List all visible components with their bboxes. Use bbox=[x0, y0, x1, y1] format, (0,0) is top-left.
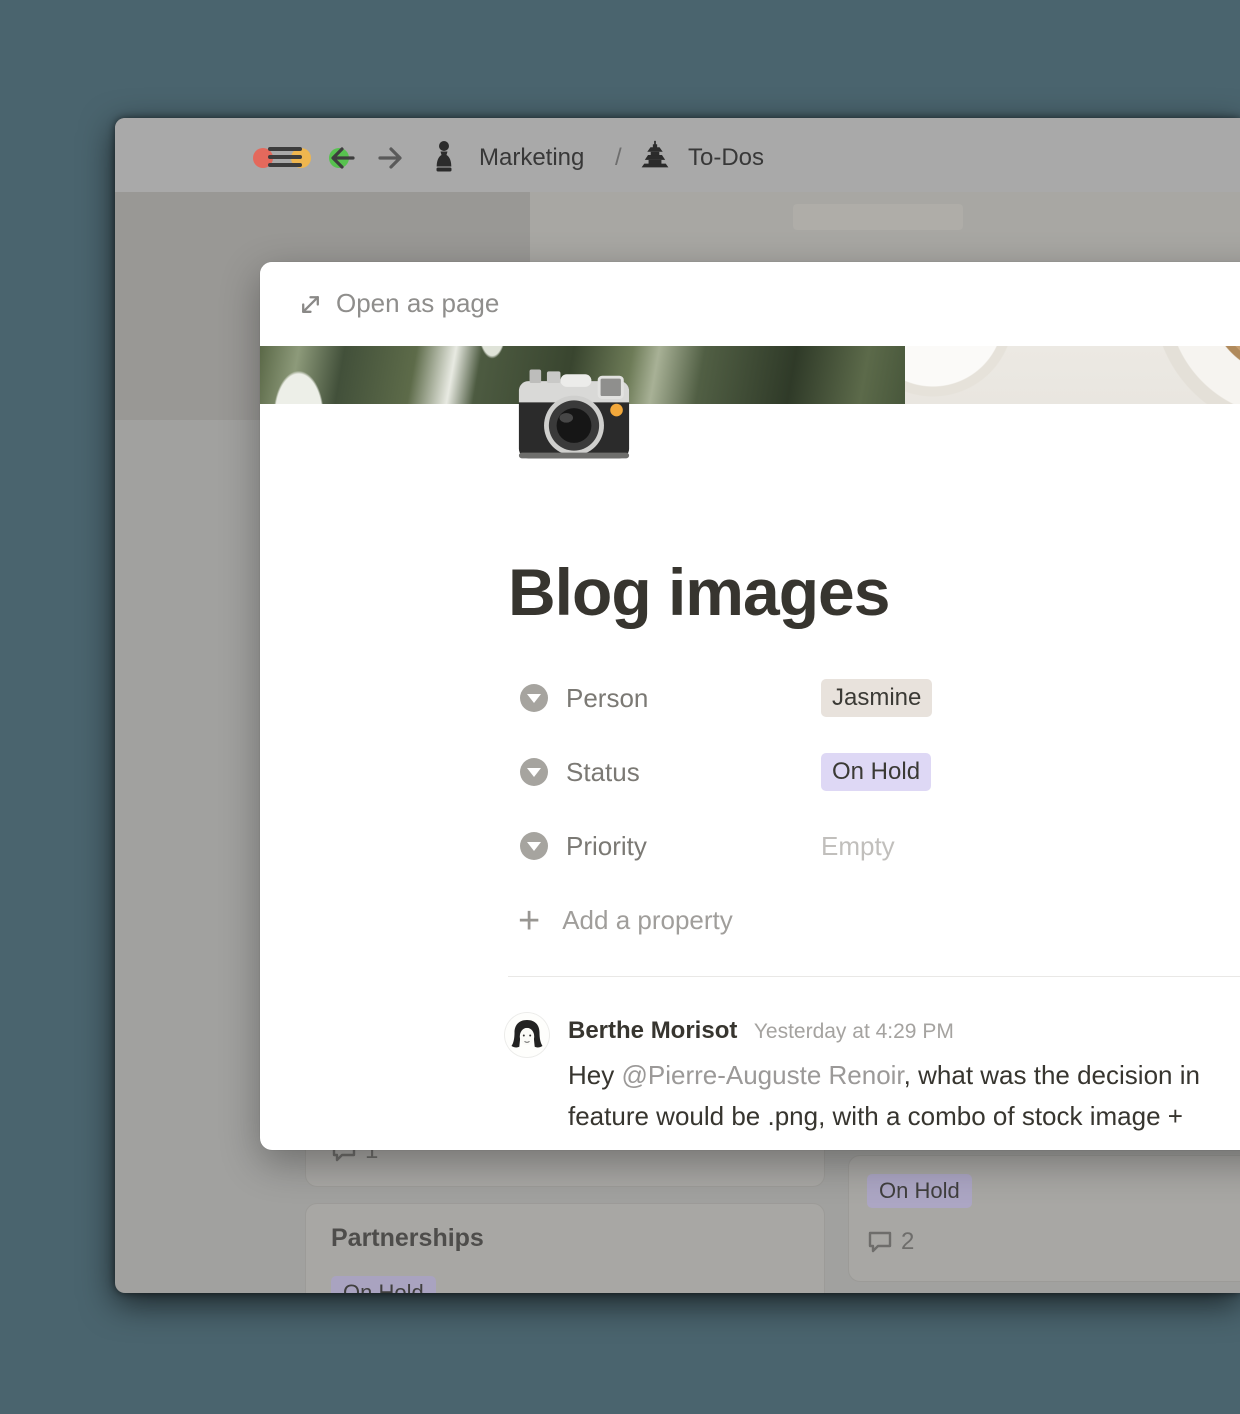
priority-property-icon bbox=[520, 832, 548, 860]
status-tag[interactable]: On Hold bbox=[821, 753, 931, 791]
priority-empty-value[interactable]: Empty bbox=[821, 831, 895, 862]
cover-coffee-photo bbox=[905, 346, 1240, 404]
status-badge: On Hold bbox=[331, 1276, 436, 1293]
comment-count: 2 bbox=[901, 1228, 914, 1256]
person-tag[interactable]: Jasmine bbox=[821, 679, 932, 717]
property-row-status[interactable]: Status On Hold bbox=[520, 753, 931, 791]
section-divider bbox=[508, 976, 1240, 977]
comment-line1-post: , what was the decision in bbox=[904, 1060, 1200, 1090]
add-property-button[interactable]: + Add a property bbox=[518, 905, 733, 936]
page-cover-image[interactable] bbox=[260, 346, 1240, 404]
notion-window: Marketing / To-Dos 1 Partnerships bbox=[115, 118, 1240, 1293]
breadcrumb-separator: / bbox=[615, 144, 622, 172]
breadcrumb-marketing[interactable]: Marketing bbox=[479, 144, 584, 172]
comment-bubble-icon bbox=[867, 1230, 893, 1254]
back-icon[interactable] bbox=[327, 142, 359, 174]
camera-page-emoji[interactable] bbox=[516, 358, 632, 466]
property-label[interactable]: Person bbox=[566, 683, 821, 714]
page-title[interactable]: Blog images bbox=[508, 554, 889, 630]
comment-timestamp: Yesterday at 4:29 PM bbox=[754, 1020, 954, 1043]
forward-icon[interactable] bbox=[374, 142, 406, 174]
card-title: Partnerships bbox=[331, 1224, 484, 1253]
dimmed-cover-control bbox=[793, 204, 963, 230]
open-as-page-row[interactable]: Open as page bbox=[260, 262, 1240, 346]
status-badge: On Hold bbox=[867, 1174, 972, 1208]
property-row-person[interactable]: Person Jasmine bbox=[520, 679, 932, 717]
comment-line2: feature would be .png, with a combo of s… bbox=[568, 1096, 1200, 1137]
property-label[interactable]: Status bbox=[566, 757, 821, 788]
comment-author[interactable]: Berthe Morisot bbox=[568, 1017, 737, 1044]
open-as-page-label[interactable]: Open as page bbox=[336, 288, 499, 319]
avatar bbox=[505, 1013, 549, 1057]
plus-icon: + bbox=[518, 906, 540, 936]
board-card-partnerships: Partnerships On Hold bbox=[305, 1203, 825, 1293]
comment-text: Hey @Pierre-Auguste Renoir, what was the… bbox=[568, 1055, 1200, 1137]
property-label[interactable]: Priority bbox=[566, 831, 821, 862]
breadcrumb-todos[interactable]: To-Dos bbox=[688, 144, 764, 172]
window-titlebar[interactable]: Marketing / To-Dos bbox=[115, 118, 1240, 193]
pawn-page-icon bbox=[433, 140, 455, 172]
board-card-right: On Hold 2 bbox=[848, 1155, 1240, 1282]
person-property-icon bbox=[520, 684, 548, 712]
property-row-priority[interactable]: Priority Empty bbox=[520, 827, 895, 865]
status-property-icon bbox=[520, 758, 548, 786]
page-peek-modal: Open as page Blog images Person Jasmine bbox=[260, 262, 1240, 1150]
comment-line1-pre: Hey bbox=[568, 1060, 621, 1090]
user-mention[interactable]: @Pierre-Auguste Renoir bbox=[621, 1060, 903, 1090]
sidebar-menu-icon[interactable] bbox=[268, 147, 302, 165]
add-property-label: Add a property bbox=[562, 905, 733, 936]
expand-diagonal-icon[interactable] bbox=[298, 292, 323, 317]
castle-page-icon bbox=[640, 140, 670, 170]
